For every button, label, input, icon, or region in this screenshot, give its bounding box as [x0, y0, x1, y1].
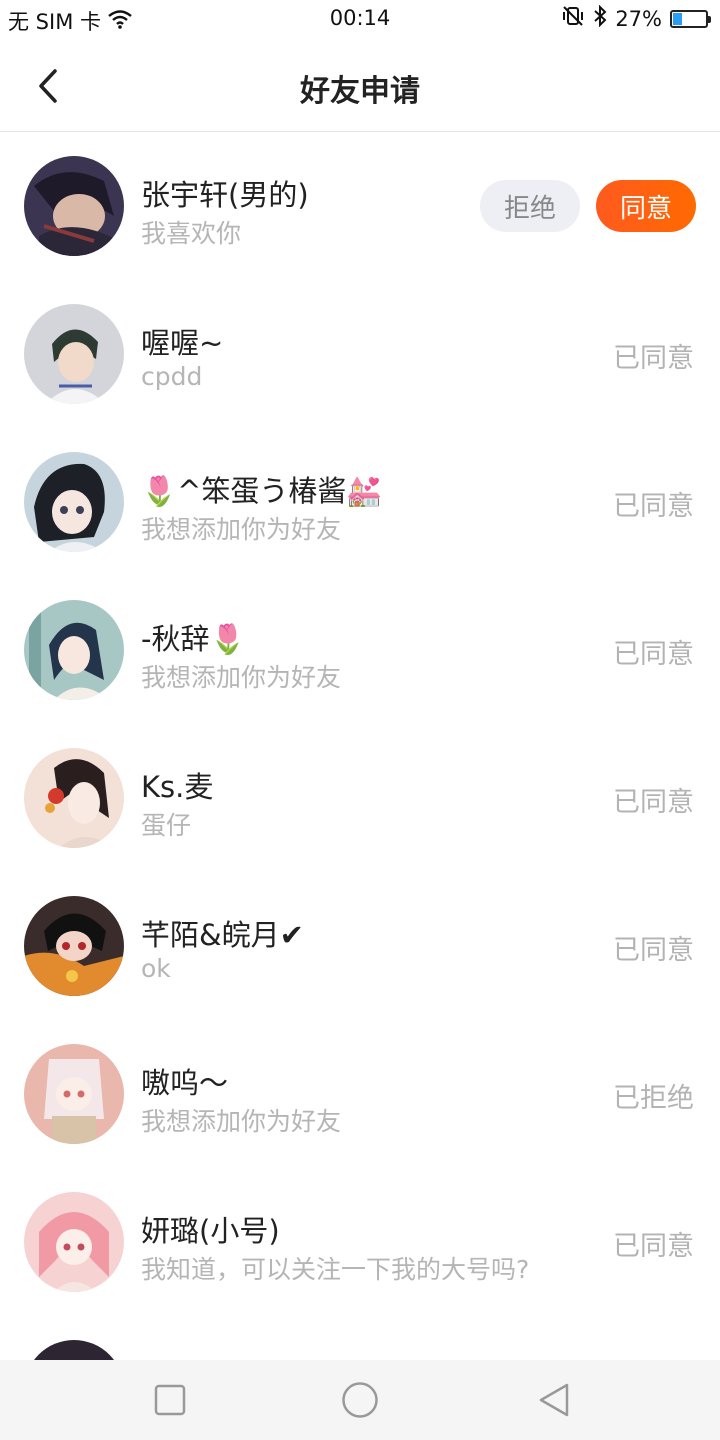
request-message: ok	[141, 954, 171, 983]
request-row: 嗷呜～ 我想添加你为好友 已拒绝	[0, 1020, 720, 1168]
requester-name: 嗷呜～	[141, 1066, 229, 1100]
accept-button[interactable]: 同意	[596, 180, 696, 232]
request-row: 喔喔~ cpdd 已同意	[0, 280, 720, 428]
avatar[interactable]	[24, 896, 124, 996]
status-bar: 无 SIM 卡 00:14 27%	[0, 0, 720, 38]
recent-apps-button[interactable]	[150, 1380, 190, 1420]
vibrate-mute-icon	[561, 5, 585, 32]
avatar[interactable]	[24, 156, 124, 256]
requester-name: 喔喔~	[141, 326, 224, 360]
request-status: 已同意	[613, 491, 694, 522]
request-row: Ks.麦 蛋仔 已同意	[0, 724, 720, 872]
battery-level	[673, 12, 683, 25]
request-status: 已同意	[613, 1231, 694, 1262]
request-row: 芊陌&皖月✔ ok 已同意	[0, 872, 720, 1020]
request-status: 已拒绝	[613, 1083, 694, 1114]
request-message: 我想添加你为好友	[141, 663, 342, 692]
request-message: 我知道，可以关注一下我的大号吗?	[141, 1255, 530, 1284]
requester-name: 芊陌&皖月✔	[141, 918, 304, 952]
circle-icon	[342, 1382, 378, 1418]
requester-name: 张宇轩(男的)	[141, 178, 309, 212]
request-message: 我喜欢你	[141, 219, 242, 248]
status-right: 27%	[561, 4, 711, 32]
requester-name: Ks.麦	[141, 770, 214, 804]
request-status: 已同意	[613, 343, 694, 374]
battery-percent: 27%	[615, 6, 662, 31]
home-button[interactable]	[340, 1380, 380, 1420]
request-message: 我想添加你为好友	[141, 1107, 342, 1136]
triangle-back-icon	[539, 1383, 569, 1417]
request-message: 蛋仔	[141, 811, 192, 840]
requester-name: 妍璐(小号)	[141, 1214, 280, 1248]
request-status: 已同意	[613, 935, 694, 966]
request-row: 妍璐(小号) 我知道，可以关注一下我的大号吗? 已同意	[0, 1168, 720, 1316]
system-nav-bar	[0, 1360, 720, 1440]
requester-name: 🌷^笨蛋う椿酱💒	[141, 474, 383, 508]
back-nav-button[interactable]	[534, 1380, 574, 1420]
request-row: 🌷^笨蛋う椿酱💒 我想添加你为好友 已同意	[0, 428, 720, 576]
battery-icon	[670, 9, 711, 28]
request-row: 张宇轩(男的) 我喜欢你 拒绝 同意	[0, 132, 720, 280]
request-message: 我想添加你为好友	[141, 515, 342, 544]
avatar[interactable]	[24, 1044, 124, 1144]
request-message: cpdd	[141, 362, 203, 391]
request-status: 已同意	[613, 787, 694, 818]
avatar[interactable]	[24, 600, 124, 700]
reject-button[interactable]: 拒绝	[480, 180, 580, 232]
requester-name: -秋辞🌷	[141, 622, 246, 656]
header: 好友申请	[0, 38, 720, 132]
bluetooth-icon	[593, 4, 607, 32]
avatar[interactable]	[24, 452, 124, 552]
avatar[interactable]	[24, 748, 124, 848]
request-row: -秋辞🌷 我想添加你为好友 已同意	[0, 576, 720, 724]
square-icon	[154, 1384, 186, 1416]
avatar[interactable]	[24, 1192, 124, 1292]
avatar[interactable]	[24, 304, 124, 404]
friend-request-list: 张宇轩(男的) 我喜欢你 拒绝 同意 喔喔~ cpdd 已同意 🌷^笨蛋う椿酱💒…	[0, 132, 720, 1440]
request-status: 已同意	[613, 639, 694, 670]
page-title: 好友申请	[300, 74, 420, 109]
